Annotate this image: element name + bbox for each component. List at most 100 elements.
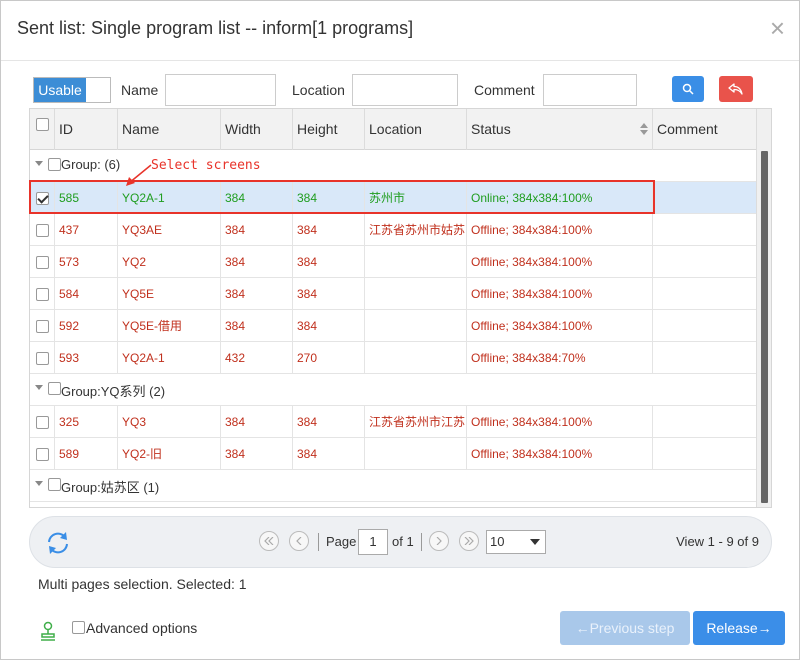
row-checkbox[interactable]	[36, 256, 49, 269]
cell-location: 苏州市	[365, 182, 467, 214]
column-header-location[interactable]: Location	[365, 109, 467, 150]
usable-toggle-label: Usable	[34, 78, 86, 102]
group-label: Group:YQ系列 (2)	[61, 384, 166, 399]
cell-location: 江苏省苏州市江苏	[365, 406, 467, 438]
double-chevron-right-icon	[464, 537, 474, 545]
refresh-icon[interactable]	[44, 529, 72, 557]
cell-width: 384	[221, 310, 293, 342]
last-page-button[interactable]	[459, 531, 479, 551]
cell-width: 384	[221, 182, 293, 214]
cell-location	[365, 342, 467, 374]
group-checkbox[interactable]	[48, 382, 61, 395]
cell-comment	[653, 246, 756, 278]
row-checkbox[interactable]	[36, 448, 49, 461]
row-checkbox[interactable]	[36, 352, 49, 365]
prev-page-button[interactable]	[289, 531, 309, 551]
column-header-width[interactable]: Width	[221, 109, 293, 150]
table-row[interactable]: 325 YQ3 384 384 江苏省苏州市江苏 Offline; 384x384:100…	[30, 406, 756, 438]
row-checkbox[interactable]	[36, 320, 49, 333]
group-label: Group: (6)	[61, 157, 121, 172]
caret-down-icon[interactable]	[35, 385, 43, 390]
table-row[interactable]: 592 YQ5E-借用 384 384 Offline; 384x384:100%	[30, 310, 756, 342]
column-header-height[interactable]: Height	[293, 109, 365, 150]
usable-toggle[interactable]: Usable	[33, 77, 111, 103]
table-row[interactable]: 437 YQ3AE 384 384 江苏省苏州市姑苏 Offline; 384x384:1…	[30, 214, 756, 246]
pager-divider	[318, 533, 319, 551]
cell-comment	[653, 182, 756, 214]
caret-down-icon[interactable]	[35, 481, 43, 486]
row-checkbox[interactable]	[36, 288, 49, 301]
column-header-id[interactable]: ID	[55, 109, 118, 150]
reset-button[interactable]	[719, 76, 753, 102]
dialog-title: Sent list: Single program list -- inform…	[17, 18, 414, 38]
page-size-select[interactable]: 10	[486, 530, 546, 554]
group-checkbox[interactable]	[48, 158, 61, 171]
cell-status: Offline; 384x384:100%	[467, 406, 653, 438]
page-label: Page	[326, 534, 357, 549]
grid-scrollbar[interactable]	[756, 109, 771, 507]
annotation-arrow-icon	[126, 164, 152, 186]
cell-height: 384	[293, 246, 365, 278]
cell-comment	[653, 342, 756, 374]
column-header-name[interactable]: Name	[118, 109, 221, 150]
group-row[interactable]: Group:YQ系列 (2)	[30, 374, 756, 406]
row-checkbox[interactable]	[36, 416, 49, 429]
cell-width: 384	[221, 246, 293, 278]
row-checkbox[interactable]	[36, 192, 49, 205]
undo-icon	[728, 83, 743, 95]
row-select-cell	[30, 214, 55, 246]
advanced-options-label[interactable]: Advanced options	[86, 620, 197, 636]
grid-header: ID Name Width Height Location Status Com…	[30, 109, 771, 150]
page-number-input[interactable]: 1	[358, 529, 388, 555]
location-filter-input[interactable]	[352, 74, 458, 106]
name-filter-input[interactable]	[165, 74, 276, 106]
table-row[interactable]: 593 YQ2A-1 432 270 Offline; 384x384:70%	[30, 342, 756, 374]
cell-id: 584	[55, 278, 118, 310]
close-icon[interactable]: ×	[770, 15, 785, 41]
column-header-status-label: Status	[471, 121, 511, 137]
cell-location	[365, 246, 467, 278]
table-row[interactable]: 589 YQ2-旧 384 384 Offline; 384x384:100%	[30, 438, 756, 470]
group-checkbox[interactable]	[48, 478, 61, 491]
cell-name: YQ5E-借用	[118, 310, 221, 342]
row-select-cell	[30, 182, 55, 214]
cell-height: 384	[293, 278, 365, 310]
select-all-checkbox[interactable]	[36, 118, 49, 131]
cell-name: YQ3AE	[118, 214, 221, 246]
group-row[interactable]: Group:姑苏区 (1)	[30, 470, 756, 502]
cell-height: 384	[293, 214, 365, 246]
selection-status: Multi pages selection. Selected: 1	[38, 576, 247, 592]
cell-height: 384	[293, 310, 365, 342]
next-page-button[interactable]	[429, 531, 449, 551]
first-page-button[interactable]	[259, 531, 279, 551]
row-select-cell	[30, 278, 55, 310]
table-row[interactable]: 584 YQ5E 384 384 Offline; 384x384:100%	[30, 278, 756, 310]
double-chevron-left-icon	[264, 537, 274, 545]
chevron-down-icon	[530, 539, 540, 545]
cell-status: Online; 384x384:100%	[467, 182, 653, 214]
column-header-comment[interactable]: Comment	[653, 109, 757, 150]
release-button[interactable]: Release→	[693, 611, 785, 645]
cell-height: 384	[293, 406, 365, 438]
comment-filter-input[interactable]	[543, 74, 637, 106]
cell-name: YQ2	[118, 246, 221, 278]
cell-name: YQ2-旧	[118, 438, 221, 470]
table-row[interactable]: 573 YQ2 384 384 Offline; 384x384:100%	[30, 246, 756, 278]
row-select-cell	[30, 342, 55, 374]
sent-list-dialog: Sent list: Single program list -- inform…	[0, 0, 800, 660]
cell-width: 432	[221, 342, 293, 374]
chevron-right-icon	[436, 537, 442, 545]
cell-height: 270	[293, 342, 365, 374]
search-button[interactable]	[672, 76, 704, 102]
comment-label: Comment	[474, 82, 535, 98]
advanced-options-checkbox[interactable]	[72, 621, 85, 634]
cell-status: Offline; 384x384:100%	[467, 246, 653, 278]
cell-id: 592	[55, 310, 118, 342]
stamp-icon	[41, 621, 55, 641]
column-header-status[interactable]: Status	[467, 109, 653, 150]
cell-width: 384	[221, 406, 293, 438]
caret-down-icon[interactable]	[35, 161, 43, 166]
row-checkbox[interactable]	[36, 224, 49, 237]
previous-step-button[interactable]: ←Previous step	[560, 611, 690, 645]
scrollbar-thumb[interactable]	[761, 151, 768, 503]
